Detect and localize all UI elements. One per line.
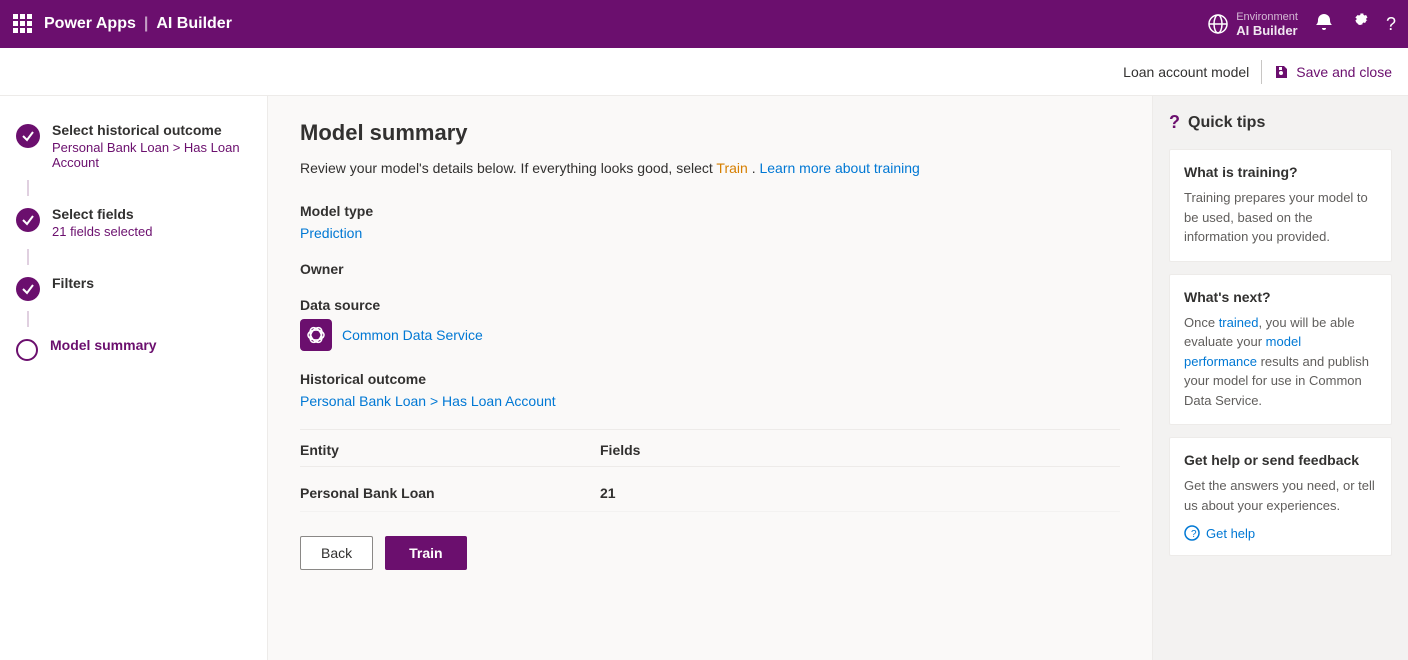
page-title: Model summary (300, 120, 1120, 146)
step-2-content: Select fields 21 fields selected (52, 206, 251, 239)
question-icon: ? (1169, 112, 1180, 133)
environment-label: Environment (1236, 11, 1298, 23)
step-connector-1 (27, 180, 29, 196)
model-name: Loan account model (1123, 64, 1249, 80)
tip-0-title: What is training? (1184, 164, 1377, 180)
quick-tips-title: Quick tips (1188, 114, 1265, 132)
brand-title: Power Apps | AI Builder (44, 15, 232, 33)
back-button[interactable]: Back (300, 536, 373, 570)
notification-icon[interactable] (1314, 12, 1334, 37)
tip-1-body: Once trained, you will be able evaluate … (1184, 313, 1377, 411)
col-fields-header: Fields (600, 442, 640, 458)
tip-2-title: Get help or send feedback (1184, 452, 1377, 468)
get-help-row[interactable]: ? Get help (1184, 525, 1377, 541)
step-connector-3 (27, 311, 29, 327)
top-navigation: Power Apps | AI Builder Environment AI B… (0, 0, 1408, 48)
step-1-circle (16, 124, 40, 148)
historical-outcome-section: Historical outcome Personal Bank Loan > … (300, 371, 1120, 409)
sidebar: Select historical outcome Personal Bank … (0, 96, 268, 660)
quick-tips-header: ? Quick tips (1169, 112, 1392, 133)
owner-label: Owner (300, 261, 1120, 277)
topnav-right-area: Environment AI Builder ? (1208, 11, 1396, 38)
cds-name[interactable]: Common Data Service (342, 327, 483, 343)
model-type-section: Model type Prediction (300, 203, 1120, 241)
cds-icon (300, 319, 332, 351)
historical-outcome-label: Historical outcome (300, 371, 1120, 387)
model-type-value: Prediction (300, 225, 1120, 241)
settings-icon[interactable] (1350, 12, 1370, 37)
datasource-section: Data source Common Data Service (300, 297, 1120, 351)
subheader-divider (1261, 60, 1262, 84)
desc-start: Review your model's details below. If ev… (300, 160, 716, 176)
action-buttons: Back Train (300, 536, 1120, 570)
tip-1-title: What's next? (1184, 289, 1377, 305)
step-2-circle (16, 208, 40, 232)
tip-card-training: What is training? Training prepares your… (1169, 149, 1392, 262)
train-button[interactable]: Train (385, 536, 466, 570)
table-header: Entity Fields (300, 442, 1120, 467)
model-perf-link: model performance (1184, 334, 1301, 369)
save-close-label: Save and close (1296, 64, 1392, 80)
brand-separator: | (144, 15, 148, 33)
table-row: Personal Bank Loan 21 (300, 475, 1120, 512)
step-2-subtitle: 21 fields selected (52, 224, 251, 239)
step-3-circle (16, 277, 40, 301)
once-trained-link: trained (1219, 315, 1259, 330)
step-3-title: Filters (52, 275, 251, 291)
help-icon[interactable]: ? (1386, 14, 1396, 35)
step-3-content: Filters (52, 275, 251, 291)
main-layout: Select historical outcome Personal Bank … (0, 96, 1408, 660)
sidebar-item-select-outcome[interactable]: Select historical outcome Personal Bank … (0, 112, 267, 180)
tip-card-help: Get help or send feedback Get the answer… (1169, 437, 1392, 556)
subheader: Loan account model Save and close (0, 48, 1408, 96)
train-link[interactable]: Train (716, 160, 747, 176)
step-4-title: Model summary (50, 337, 251, 353)
step-1-subtitle: Personal Bank Loan > Has Loan Account (52, 140, 251, 170)
save-close-button[interactable]: Save and close (1274, 64, 1392, 80)
row-0-fields: 21 (600, 485, 616, 501)
datasource-row: Common Data Service (300, 319, 1120, 351)
owner-section: Owner (300, 261, 1120, 277)
step-1-title: Select historical outcome (52, 122, 251, 138)
tip-0-body: Training prepares your model to be used,… (1184, 188, 1377, 247)
sidebar-item-select-fields[interactable]: Select fields 21 fields selected (0, 196, 267, 249)
step-2-title: Select fields (52, 206, 251, 222)
product-label: AI Builder (156, 15, 232, 33)
svg-text:?: ? (1191, 529, 1197, 540)
row-0-entity: Personal Bank Loan (300, 485, 600, 501)
table-divider (300, 429, 1120, 430)
environment-name: AI Builder (1236, 23, 1298, 38)
sidebar-item-model-summary[interactable]: Model summary (0, 327, 267, 371)
content-area: Model summary Review your model's detail… (268, 96, 1152, 660)
environment-block[interactable]: Environment AI Builder (1208, 11, 1298, 38)
tip-card-next: What's next? Once trained, you will be a… (1169, 274, 1392, 426)
learn-more-link[interactable]: Learn more about training (759, 160, 919, 176)
quick-tips-panel: ? Quick tips What is training? Training … (1152, 96, 1408, 660)
step-4-content: Model summary (50, 337, 251, 353)
model-summary-description: Review your model's details below. If ev… (300, 158, 1120, 179)
step-connector-2 (27, 249, 29, 265)
waffle-icon[interactable] (12, 13, 32, 36)
step-1-content: Select historical outcome Personal Bank … (52, 122, 251, 170)
tip-2-body: Get the answers you need, or tell us abo… (1184, 476, 1377, 515)
model-type-label: Model type (300, 203, 1120, 219)
datasource-label: Data source (300, 297, 1120, 313)
historical-outcome-value: Personal Bank Loan > Has Loan Account (300, 393, 1120, 409)
get-help-link[interactable]: Get help (1206, 526, 1255, 541)
step-4-circle (16, 339, 38, 361)
col-entity-header: Entity (300, 442, 600, 458)
sidebar-item-filters[interactable]: Filters (0, 265, 267, 311)
powerapps-label: Power Apps (44, 15, 136, 33)
